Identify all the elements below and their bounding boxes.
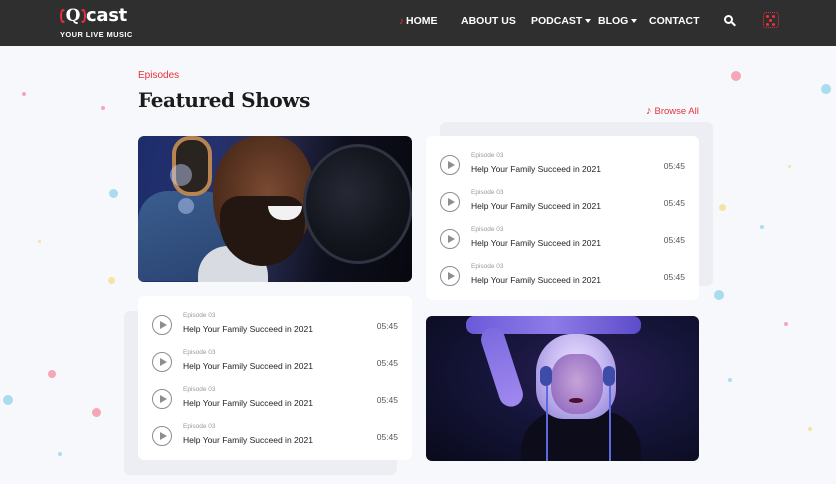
episode-row[interactable]: Episode 03 Help Your Family Succeed in 2… xyxy=(426,152,699,182)
search-icon[interactable] xyxy=(724,15,736,27)
music-note-icon: ♪ xyxy=(399,15,404,27)
nav-podcast[interactable]: PODCAST xyxy=(531,15,592,27)
episode-label: Episode 03 xyxy=(183,386,216,393)
episode-title[interactable]: Help Your Family Succeed in 2021 xyxy=(471,238,601,248)
episode-list-card: Episode 03 Help Your Family Succeed in 2… xyxy=(426,136,699,300)
show-image-woman[interactable] xyxy=(426,316,699,461)
episode-title[interactable]: Help Your Family Succeed in 2021 xyxy=(183,398,313,408)
episode-row[interactable]: Episode 03 Help Your Family Succeed in 2… xyxy=(426,189,699,219)
episode-title[interactable]: Help Your Family Succeed in 2021 xyxy=(183,324,313,334)
episode-list-card: Episode 03 Help Your Family Succeed in 2… xyxy=(138,296,412,460)
episode-title[interactable]: Help Your Family Succeed in 2021 xyxy=(183,361,313,371)
episode-row[interactable]: Episode 03 Help Your Family Succeed in 2… xyxy=(426,263,699,293)
episode-duration: 05:45 xyxy=(663,272,685,282)
episode-duration: 05:45 xyxy=(663,198,685,208)
nav-contact[interactable]: CONTACT xyxy=(649,15,700,27)
play-icon[interactable] xyxy=(440,155,460,175)
play-icon[interactable] xyxy=(440,229,460,249)
logo[interactable]: Q cast YOUR LIVE MUSIC xyxy=(60,5,140,41)
episode-duration: 05:45 xyxy=(376,432,398,442)
episode-label: Episode 03 xyxy=(183,312,216,319)
episode-label: Episode 03 xyxy=(183,423,216,430)
caret-down-icon xyxy=(631,19,638,23)
episode-label: Episode 03 xyxy=(471,263,504,270)
episode-row[interactable]: Episode 03 Help Your Family Succeed in 2… xyxy=(426,226,699,256)
logo-word: cast xyxy=(86,5,127,26)
play-icon[interactable] xyxy=(152,352,172,372)
episode-duration: 05:45 xyxy=(663,161,685,171)
menu-grid-icon[interactable] xyxy=(763,12,779,28)
episode-title[interactable]: Help Your Family Succeed in 2021 xyxy=(471,201,601,211)
logo-tagline: YOUR LIVE MUSIC xyxy=(60,30,133,39)
caret-down-icon xyxy=(585,19,592,23)
play-icon[interactable] xyxy=(440,192,460,212)
play-icon[interactable] xyxy=(440,266,460,286)
episode-row[interactable]: Episode 03 Help Your Family Succeed in 2… xyxy=(138,386,412,416)
episode-title[interactable]: Help Your Family Succeed in 2021 xyxy=(471,164,601,174)
episode-duration: 05:45 xyxy=(663,235,685,245)
nav-home[interactable]: ♪ HOME xyxy=(399,15,438,27)
play-icon[interactable] xyxy=(152,315,172,335)
episode-duration: 05:45 xyxy=(376,395,398,405)
episode-label: Episode 03 xyxy=(471,226,504,233)
logo-mark: Q xyxy=(60,5,86,27)
episode-title[interactable]: Help Your Family Succeed in 2021 xyxy=(183,435,313,445)
episode-row[interactable]: Episode 03 Help Your Family Succeed in 2… xyxy=(138,349,412,379)
episode-duration: 05:45 xyxy=(376,358,398,368)
play-icon[interactable] xyxy=(152,389,172,409)
site-header: Q cast YOUR LIVE MUSIC ♪ HOME ABOUT US P… xyxy=(0,0,836,46)
nav-about-us[interactable]: ABOUT US xyxy=(461,15,516,27)
section-eyebrow: Episodes xyxy=(138,70,180,81)
episode-label: Episode 03 xyxy=(183,349,216,356)
episode-title[interactable]: Help Your Family Succeed in 2021 xyxy=(471,275,601,285)
episode-row[interactable]: Episode 03 Help Your Family Succeed in 2… xyxy=(138,312,412,342)
music-note-icon: ♪ xyxy=(646,105,652,117)
play-icon[interactable] xyxy=(152,426,172,446)
nav-blog[interactable]: BLOG xyxy=(598,15,638,27)
episode-label: Episode 03 xyxy=(471,189,504,196)
browse-all-link[interactable]: ♪ Browse All xyxy=(646,105,699,117)
show-image-singer[interactable] xyxy=(138,136,412,282)
episode-row[interactable]: Episode 03 Help Your Family Succeed in 2… xyxy=(138,423,412,453)
section-title: Featured Shows xyxy=(138,88,310,112)
episode-label: Episode 03 xyxy=(471,152,504,159)
episode-duration: 05:45 xyxy=(376,321,398,331)
